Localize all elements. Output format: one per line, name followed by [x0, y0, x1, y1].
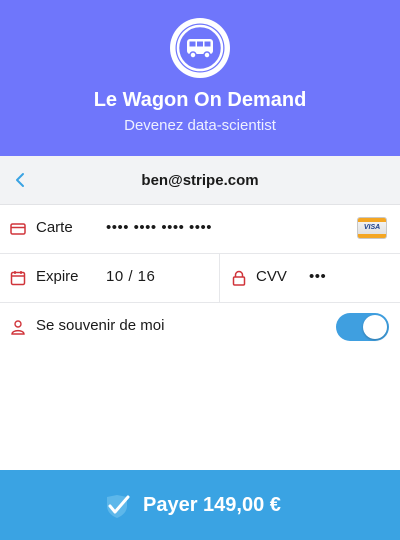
cvv-input[interactable]: ••• — [309, 268, 326, 285]
expiry-input[interactable]: 10 / 16 — [106, 268, 155, 285]
app-title: Le Wagon On Demand — [93, 89, 307, 111]
remember-me-toggle[interactable] — [336, 313, 389, 341]
calendar-icon — [10, 271, 26, 286]
header: Le Wagon On Demand Devenez data-scientis… — [0, 0, 400, 156]
checkmark-icon — [107, 495, 130, 518]
credit-card-icon — [10, 223, 26, 235]
expiry-cvv-row: Expire 10 / 16 CVV ••• — [0, 254, 400, 303]
lock-icon — [232, 270, 246, 286]
expiry-label: Expire — [36, 268, 79, 285]
user-icon — [11, 320, 25, 335]
pay-button[interactable]: Payer 149,00 € — [0, 470, 400, 540]
account-bar: ben@stripe.com — [0, 156, 400, 205]
card-number-input[interactable]: •••• •••• •••• •••• — [106, 219, 212, 236]
card-number-row[interactable]: Carte •••• •••• •••• •••• VISA — [0, 205, 400, 254]
cvv-label: CVV — [256, 268, 287, 285]
card-label: Carte — [36, 219, 73, 236]
remember-me-label: Se souvenir de moi — [36, 317, 165, 334]
visa-card-icon: VISA — [357, 217, 387, 239]
bus-icon — [175, 23, 225, 73]
pay-button-label: Payer 149,00 € — [143, 494, 281, 516]
toggle-knob — [363, 315, 387, 339]
app-subtitle: Devenez data-scientist — [124, 117, 276, 134]
account-email: ben@stripe.com — [141, 172, 259, 189]
card-brand-text: VISA — [363, 224, 381, 231]
field-divider — [219, 254, 220, 302]
bus-logo — [170, 18, 230, 78]
